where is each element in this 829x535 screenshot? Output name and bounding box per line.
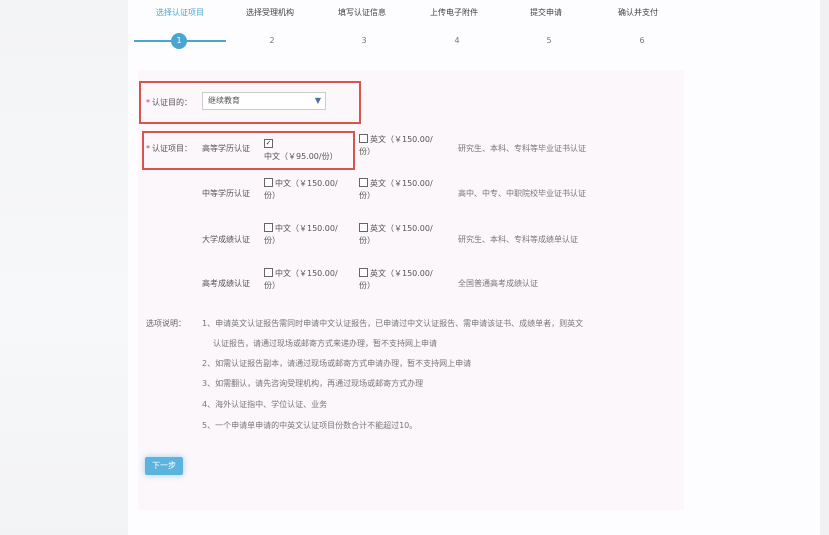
left-background [0,0,128,535]
checkbox-icon[interactable] [359,178,368,187]
option-university-grades-cn[interactable]: 中文（￥150.00/份） [264,223,344,247]
step-4-label: 上传电子附件 [430,8,478,17]
option-label: 英文（￥150.00/份） [359,179,433,200]
step-5-circle: 5 [546,36,552,45]
step-5-label: 提交申请 [530,8,562,17]
step-6-circle: 6 [639,36,645,45]
step-3-circle: 3 [361,36,367,45]
cert-desc-university-grades: 研究生、本科、专科等成绩单认证 [458,235,578,244]
step-1-circle: 1 [171,33,187,49]
option-secondary-edu-cn[interactable]: 中文（￥150.00/份） [264,178,344,202]
checkbox-icon[interactable] [359,268,368,277]
option-label: 英文（￥150.00/份） [359,224,433,245]
option-higher-edu-cn[interactable]: ✓ 中文（￥95.00/份） [264,139,348,163]
option-label: 中文（￥150.00/份） [264,269,338,290]
cert-name-higher-edu: 高等学历认证 [202,144,250,153]
option-label: 英文（￥150.00/份） [359,135,433,156]
option-label: 中文（￥150.00/份） [264,179,338,200]
purpose-select[interactable]: 继续教育 ▼ [202,92,326,110]
required-mark: * [146,144,150,153]
next-button[interactable]: 下一步 [145,457,183,475]
note-5: 5、一个申请单申请的中英文认证项目份数合计不能超过10。 [202,421,418,430]
option-gaokao-grades-cn[interactable]: 中文（￥150.00/份） [264,268,344,292]
items-label-text: 认证项目： [152,144,192,153]
step-2-circle: 2 [269,36,275,45]
step-2-label: 选择受理机构 [246,8,294,17]
cert-desc-gaokao-grades: 全国普通高考成绩认证 [458,279,538,288]
checkbox-icon[interactable] [264,268,273,277]
checkbox-icon[interactable] [359,223,368,232]
step-1-label: 选择认证项目 [156,8,204,17]
required-mark: * [146,98,150,107]
step-3-label: 填写认证信息 [338,8,386,17]
right-edge [820,0,829,535]
purpose-selected-value: 继续教育 [208,96,240,105]
option-higher-edu-en[interactable]: 英文（￥150.00/份） [359,134,439,158]
note-4: 4、海外认证指中、学位认证、业务 [202,400,328,409]
items-label: * 认证项目： [146,143,192,154]
note-1: 1、申请英文认证报告需同时申请中文认证报告，已申请过中文认证报告、需申请该证书、… [202,319,584,328]
cert-name-university-grades: 大学成绩认证 [202,235,250,244]
note-3: 3、如需翻认，请先咨询受理机构，再通过现场或邮寄方式办理 [202,379,424,388]
option-label: 中文（￥150.00/份） [264,224,338,245]
option-gaokao-grades-en[interactable]: 英文（￥150.00/份） [359,268,439,292]
step-4-circle: 4 [454,36,460,45]
notes-title: 选项说明： [146,319,186,328]
purpose-label: * 认证目的： [146,97,192,108]
note-2: 2、如需认证报告副本，请通过现场或邮寄方式申请办理，暂不支持网上申请 [202,359,472,368]
option-secondary-edu-en[interactable]: 英文（￥150.00/份） [359,178,439,202]
cert-name-secondary-edu: 中等学历认证 [202,189,250,198]
checkbox-icon[interactable] [264,178,273,187]
checkbox-icon[interactable] [359,134,368,143]
checkbox-checked-icon[interactable]: ✓ [264,139,273,148]
purpose-label-text: 认证目的： [152,98,192,107]
option-label: 中文（￥95.00/份） [264,152,338,161]
chevron-down-icon: ▼ [314,96,321,105]
checkbox-icon[interactable] [264,223,273,232]
option-label: 英文（￥150.00/份） [359,269,433,290]
cert-name-gaokao-grades: 高考成绩认证 [202,279,250,288]
option-university-grades-en[interactable]: 英文（￥150.00/份） [359,223,439,247]
cert-desc-secondary-edu: 高中、中专、中职院校毕业证书认证 [458,189,586,198]
step-6-label: 确认并支付 [618,8,658,17]
note-1-continued: 认证报告，请通过现场或邮寄方式来递办理，暂不支持网上申请 [213,339,437,348]
cert-desc-higher-edu: 研究生、本科、专科等毕业证书认证 [458,144,586,153]
